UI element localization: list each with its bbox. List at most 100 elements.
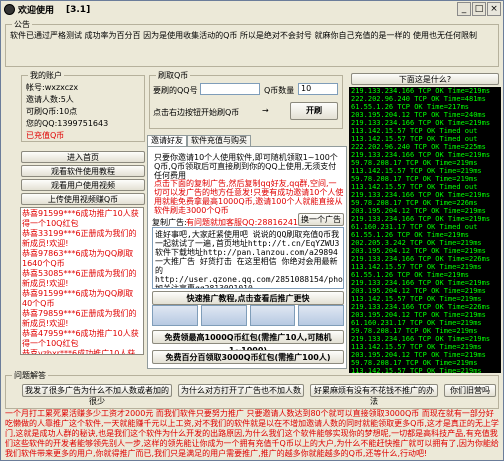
qa-button[interactable]: 你们旧营吗 [444, 384, 496, 397]
console-line: 113.142.15.57 TCP OK Timed out [351, 135, 478, 143]
qa-button[interactable]: 为什么对方打开了广告也不加人数 [178, 384, 304, 397]
activity-log: 恭喜91599***6成功推广10人获得一个10Q红包 恭喜33199***6正册… [20, 207, 144, 355]
upload-video-button[interactable]: 上传使用视频赚Q币 [21, 193, 145, 205]
console-line: 61.160.231.17 TCP OK Timed out [351, 223, 478, 231]
console-line: 203.195.204.12 TCP OK Time=219ms [351, 287, 486, 295]
close-button[interactable]: × [487, 2, 501, 16]
console-log: 219.133.234.166 TCP OK Time=219ms 222.202… [349, 87, 501, 373]
app-window: 欢迎使用 [3.1] _ □ × 公告 软件已通过严格测试 成功率为百分百 因为… [0, 0, 504, 461]
tutorial-button[interactable]: 观看软件使用教程 [21, 165, 145, 177]
window-version: [3.1] [66, 4, 91, 15]
thumbnail[interactable] [298, 305, 344, 326]
refill-hint: 点击右边按钮开始刷Q币 [153, 108, 240, 117]
invited-count: 邀请人数:5人 [26, 95, 74, 104]
user-video-button[interactable]: 观看用户使用视频 [21, 179, 145, 191]
console-line: 113.142.15.57 TCP OK Time=219ms [351, 295, 482, 303]
qb-amount: 可刷Q币:10点 [26, 107, 78, 116]
qq-label: 要刷的QQ号 [153, 86, 198, 95]
activity-entry: 恭喜91599***6成功为QQ刷取40个Q币 [22, 289, 134, 308]
console-line: 59.78.208.17 TCP OK Time=219ms [351, 159, 478, 167]
qa-title: 问题解答 [12, 370, 48, 381]
console-line: 222.202.96.240 TCP OK Time=225ms [351, 143, 486, 151]
console-line: 219.133.234.166 TCP OK Time=219ms [351, 151, 491, 159]
console-line: 113.142.15.57 TCP OK Timed out [351, 183, 478, 191]
console-line: 113.142.15.57 TCP OK Time=219ms [351, 263, 482, 271]
console-line: 113.142.15.57 TCP OK Timed out [351, 127, 478, 135]
console-line: 59.78.208.17 TCP OK Time=219ms [351, 175, 478, 183]
invite-promo: 点击下面的复制广告,然后复制qq好友,qq群,空间,一切可以发广告的地方任意发!… [154, 179, 344, 215]
console-line: 59.78.208.17 TCP OK Time=219ms [351, 359, 478, 367]
activity-entry: 恭喜79859***6正册成为我们的新成员!欢迎! [22, 309, 137, 328]
notice-group: 公告 软件已通过严格测试 成功率为百分百 因为是使用收集活动的Q币 所以是绝对不… [5, 19, 499, 67]
console-line: 203.195.204.12 TCP OK Time=219ms [351, 351, 486, 359]
console-line: 222.202.96.240 TCP OK Time=481ms [351, 95, 486, 103]
thumbnail[interactable] [249, 305, 296, 326]
refill-title: 刷取Q币 [156, 70, 191, 81]
console-line: 61.55.1.26 TCP OK Time=217ms [351, 103, 470, 111]
account-qq: 您的QQ:1399751643 [26, 119, 109, 128]
tab-bar: 邀请好友 软件充值与购买 [147, 135, 251, 146]
fast-promo-button[interactable]: 快速推广教程,点击查看后推广更快 [152, 291, 344, 305]
console-line: 203.195.204.12 TCP OK Time=219ms [351, 311, 486, 319]
account-status: 已充值Q币 [26, 131, 65, 140]
console-line: 219.133.234.166 TCP OK Time=219ms [351, 279, 491, 287]
activity-entry: 恭喜33199***6正册成为我们的新成员!欢迎! [22, 229, 137, 248]
enter-home-button[interactable]: 进入首页 [21, 151, 145, 163]
start-button[interactable]: 开刷 [290, 102, 338, 120]
promo-text: 一个月打工累死累活赚多少工资才2000元 而我们软件只要努力推广 只要邀请人数达… [5, 409, 499, 458]
title-bar: 欢迎使用 [3.1] _ □ × [1, 1, 503, 18]
amount-input[interactable]: 10 [298, 83, 338, 95]
console-line: 61.55.1.26 TCP OK Time=219ms [351, 231, 470, 239]
notice-title: 公告 [12, 19, 32, 30]
activity-entry: 恭喜47959***6成功推广10人获得一个10Q红包 [22, 329, 139, 348]
account-group: 我的账户 帐号:wxzxczx 邀请人数:5人 可刷Q币:10点 您的QQ:13… [21, 70, 145, 142]
console-line: 203.195.204.12 TCP OK Time=219ms [351, 247, 486, 255]
refill-group: 刷取Q币 要刷的QQ号 Q币数量 10 点击右边按钮开始刷Q币 → 开刷 [149, 70, 343, 129]
console-line: 113.142.15.57 TCP OK Time=219ms [351, 367, 482, 373]
console-line: 219.133.234.166 TCP OK Time=219ms [351, 215, 491, 223]
console-line: 61.55.1.26 TCP OK Time=219ms [351, 271, 470, 279]
amount-label: Q币数量 [264, 86, 295, 95]
free-1000-button[interactable]: 免费领最高1000Q币红包(需推广10人,可随机1~1000) [152, 330, 344, 355]
console-header-button[interactable]: 下面这是什么? [351, 73, 499, 85]
console-line: 219.133.234.166 TCP OK Time=219ms [351, 119, 491, 127]
console-line: 219.133.234.166 TCP OK Time=226ms [351, 255, 491, 263]
console-line: 59.78.208.17 TCP OK Time=226ms [351, 199, 478, 207]
activity-entry: 恭喜91599***6成功推广10人获得一个10Q红包 [22, 209, 139, 228]
notice-text: 软件已通过严格测试 成功率为百分百 因为是使用收集活动的Q币 所以是绝对不会封号… [10, 31, 478, 40]
invite-panel: 只要你邀请10个人使用软件,即可随机领取1~100个Q币,Q币领取后可直接刷到你… [147, 146, 347, 369]
console-line: 59.78.208.17 TCP OK Time=219ms [351, 327, 478, 335]
qq-input[interactable] [200, 83, 260, 95]
free-3000-button[interactable]: 免费百分百领取3000Q币红包(需推广100人) [152, 350, 344, 364]
console-line: 203.195.204.12 TCP OK Time=219ms [351, 207, 486, 215]
activity-entry: 恭喜97863***6成功为QQ刷取1640个Q币 [22, 249, 134, 268]
tab-recharge[interactable]: 软件充值与购买 [187, 135, 251, 146]
console-line: 61.160.231.17 TCP OK Time=219ms [351, 319, 482, 327]
console-line: 219.133.234.166 TCP OK Time=226ms [351, 303, 491, 311]
qa-button[interactable]: 我发了很多广告为什么不加人数或者加的很少 [22, 384, 172, 406]
minimize-button[interactable]: _ [457, 2, 471, 16]
account-title: 我的账户 [28, 70, 64, 81]
console-line: 113.142.15.57 TCP OK Time=219ms [351, 167, 482, 175]
console-line: 203.195.204.12 TCP OK Time=240ms [351, 111, 486, 119]
arrow-right-icon: → [262, 106, 269, 115]
thumbnail[interactable] [152, 305, 198, 326]
thumbnail[interactable] [200, 305, 247, 326]
maximize-button[interactable]: □ [472, 2, 486, 16]
console-line: 202.205.3.242 TCP OK Time=219ms [351, 239, 482, 247]
app-icon [4, 4, 15, 15]
activity-entry: 恭喜vzbxr***6成功推广10人获得一个10Q红包 [22, 349, 136, 355]
ad-textarea[interactable]: 谁好事吧,大家赶紧使用吧 说说的QQ刷取充值Q币我一起就试了一遍,首页地址htt… [152, 227, 344, 289]
swap-ad-button[interactable]: 换一个广告 [298, 213, 344, 226]
qa-group: 问题解答 我发了很多广告为什么不加人数或者加的很少 为什么对方打开了广告也不加人… [5, 370, 499, 409]
window-title: 欢迎使用 [18, 6, 55, 16]
console-line: 219.133.234.166 TCP OK Time=219ms [351, 87, 491, 95]
tab-invite[interactable]: 邀请好友 [147, 135, 187, 146]
console-line: 219.133.234.166 TCP OK Time=219ms [351, 335, 491, 343]
console-line: 219.133.234.166 TCP OK Time=219ms [351, 191, 491, 199]
account-number: 帐号:wxzxczx [26, 83, 79, 92]
invite-description: 只要你邀请10个人使用软件,即可随机领取1~100个Q币,Q币领取后可直接刷到你… [154, 153, 338, 180]
tutorial-thumbnails [152, 305, 344, 326]
activity-entry: 恭喜53085***6正册成为我们的新成员!欢迎! [22, 269, 137, 288]
qa-button[interactable]: 好累麻烦有没有不花钱不推广的办法 [310, 384, 438, 406]
